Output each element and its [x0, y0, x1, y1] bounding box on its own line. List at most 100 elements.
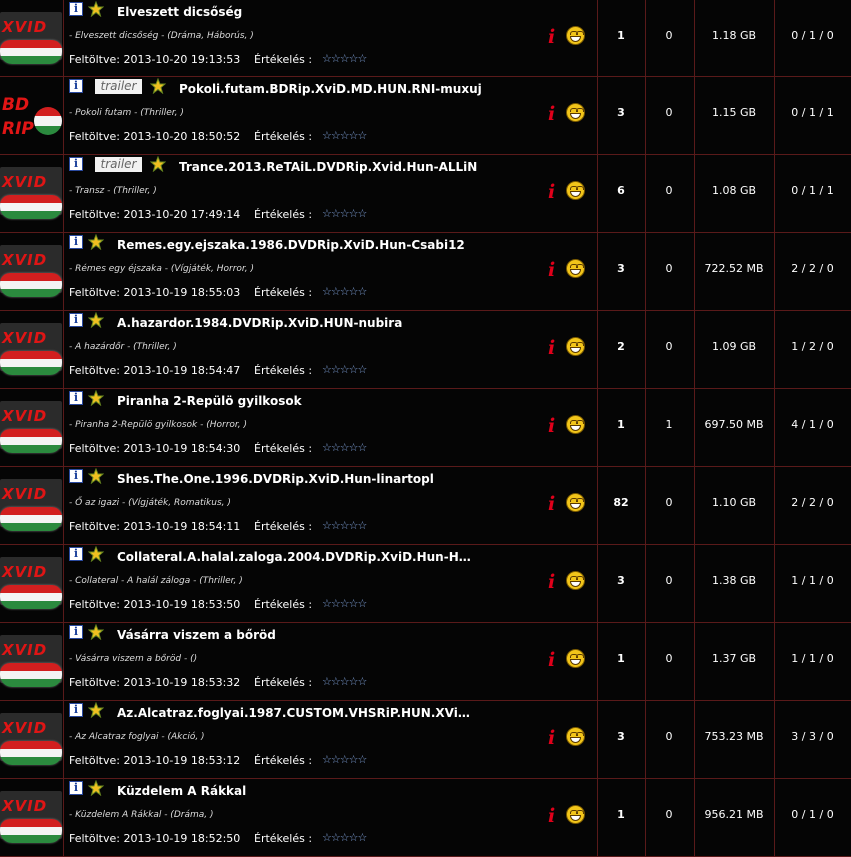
seeders-count[interactable]: 1: [597, 652, 645, 665]
torrent-title-link[interactable]: Pokoli.futam.BDRip.XviD.MD.HUN.RNI-muxuj: [179, 82, 482, 96]
leechers-count[interactable]: 0: [645, 262, 693, 275]
rating-stars[interactable]: ☆☆☆☆☆: [322, 207, 367, 220]
torrent-title-link[interactable]: Shes.The.One.1996.DVDRip.XviD.Hun-linart…: [117, 472, 434, 486]
details-i-icon[interactable]: i: [548, 181, 555, 203]
leechers-count[interactable]: 0: [645, 340, 693, 353]
leechers-count[interactable]: 0: [645, 652, 693, 665]
thanks-smiley-icon[interactable]: [566, 649, 585, 668]
details-i-icon[interactable]: i: [548, 415, 555, 437]
details-i-icon[interactable]: i: [548, 103, 555, 125]
info-icon[interactable]: i: [69, 625, 83, 639]
rating-stars[interactable]: ☆☆☆☆☆: [322, 753, 367, 766]
rating-stars[interactable]: ☆☆☆☆☆: [322, 597, 367, 610]
torrent-title-link[interactable]: Piranha 2-Repülö gyilkosok: [117, 394, 302, 408]
bookmark-star-icon[interactable]: [88, 702, 104, 718]
details-i-icon[interactable]: i: [548, 26, 555, 48]
bookmark-star-icon[interactable]: [88, 1, 104, 17]
category-thumbnail[interactable]: XVID: [0, 241, 62, 303]
bookmark-star-icon[interactable]: [88, 234, 104, 250]
leechers-count[interactable]: 0: [645, 496, 693, 509]
rating-stars[interactable]: ☆☆☆☆☆: [322, 285, 367, 298]
rating-stars[interactable]: ☆☆☆☆☆: [322, 519, 367, 532]
category-thumbnail[interactable]: XVID: [0, 319, 62, 381]
thanks-smiley-icon[interactable]: [566, 805, 585, 824]
leechers-count[interactable]: 0: [645, 29, 693, 42]
bookmark-star-icon[interactable]: [88, 780, 104, 796]
details-i-icon[interactable]: i: [548, 571, 555, 593]
torrent-title-link[interactable]: Trance.2013.ReTAiL.DVDRip.Xvid.Hun-ALLiN: [179, 160, 477, 174]
category-thumbnail[interactable]: XVID: [0, 787, 62, 849]
details-i-icon[interactable]: i: [548, 649, 555, 671]
leechers-count[interactable]: 0: [645, 808, 693, 821]
details-i-icon[interactable]: i: [548, 259, 555, 281]
info-icon[interactable]: i: [69, 235, 83, 249]
thanks-smiley-icon[interactable]: [566, 493, 585, 512]
info-icon[interactable]: i: [69, 781, 83, 795]
trailer-button[interactable]: trailer: [95, 79, 142, 94]
torrent-title-link[interactable]: Az.Alcatraz.foglyai.1987.CUSTOM.VHSRiP.H…: [117, 706, 477, 720]
rating-stars[interactable]: ☆☆☆☆☆: [322, 363, 367, 376]
category-thumbnail[interactable]: XVID: [0, 553, 62, 615]
rating-stars[interactable]: ☆☆☆☆☆: [322, 831, 367, 844]
info-icon[interactable]: i: [69, 469, 83, 483]
info-icon[interactable]: i: [69, 703, 83, 717]
bookmark-star-icon[interactable]: [88, 546, 104, 562]
trailer-button[interactable]: trailer: [95, 157, 142, 172]
thanks-smiley-icon[interactable]: [566, 26, 585, 45]
category-thumbnail[interactable]: XVID: [0, 709, 62, 771]
seeders-count[interactable]: 1: [597, 808, 645, 821]
thanks-smiley-icon[interactable]: [566, 727, 585, 746]
category-thumbnail[interactable]: XVID: [0, 8, 62, 70]
seeders-count[interactable]: 2: [597, 340, 645, 353]
bookmark-star-icon[interactable]: [88, 468, 104, 484]
thanks-smiley-icon[interactable]: [566, 571, 585, 590]
details-i-icon[interactable]: i: [548, 337, 555, 359]
bookmark-star-icon[interactable]: [150, 156, 166, 172]
info-icon[interactable]: i: [69, 547, 83, 561]
seeders-count[interactable]: 1: [597, 418, 645, 431]
thanks-smiley-icon[interactable]: [566, 181, 585, 200]
torrent-title-link[interactable]: A.hazardor.1984.DVDRip.XviD.HUN-nubira: [117, 316, 402, 330]
torrent-title-link[interactable]: Küzdelem A Rákkal: [117, 784, 246, 798]
info-icon[interactable]: i: [69, 313, 83, 327]
thanks-smiley-icon[interactable]: [566, 103, 585, 122]
rating-stars[interactable]: ☆☆☆☆☆: [322, 675, 367, 688]
torrent-title-link[interactable]: Remes.egy.ejszaka.1986.DVDRip.XviD.Hun-C…: [117, 238, 465, 252]
bookmark-star-icon[interactable]: [88, 624, 104, 640]
seeders-count[interactable]: 3: [597, 106, 645, 119]
details-i-icon[interactable]: i: [548, 727, 555, 749]
seeders-count[interactable]: 82: [597, 496, 645, 509]
details-i-icon[interactable]: i: [548, 493, 555, 515]
seeders-count[interactable]: 3: [597, 574, 645, 587]
category-thumbnail[interactable]: XVID: [0, 397, 62, 459]
category-thumbnail[interactable]: XVID: [0, 475, 62, 537]
seeders-count[interactable]: 3: [597, 730, 645, 743]
thanks-smiley-icon[interactable]: [566, 337, 585, 356]
thanks-smiley-icon[interactable]: [566, 415, 585, 434]
rating-stars[interactable]: ☆☆☆☆☆: [322, 441, 367, 454]
category-thumbnail[interactable]: XVID: [0, 163, 62, 225]
bookmark-star-icon[interactable]: [88, 312, 104, 328]
info-icon[interactable]: i: [69, 157, 83, 171]
category-thumbnail[interactable]: BD RIP: [0, 85, 62, 147]
bookmark-star-icon[interactable]: [88, 390, 104, 406]
leechers-count[interactable]: 0: [645, 184, 693, 197]
seeders-count[interactable]: 6: [597, 184, 645, 197]
bookmark-star-icon[interactable]: [150, 78, 166, 94]
seeders-count[interactable]: 1: [597, 29, 645, 42]
leechers-count[interactable]: 0: [645, 574, 693, 587]
leechers-count[interactable]: 0: [645, 106, 693, 119]
info-icon[interactable]: i: [69, 391, 83, 405]
rating-stars[interactable]: ☆☆☆☆☆: [322, 52, 367, 65]
rating-stars[interactable]: ☆☆☆☆☆: [322, 129, 367, 142]
torrent-title-link[interactable]: Elveszett dicsőség: [117, 5, 242, 19]
leechers-count[interactable]: 0: [645, 730, 693, 743]
seeders-count[interactable]: 3: [597, 262, 645, 275]
leechers-count[interactable]: 1: [645, 418, 693, 431]
category-thumbnail[interactable]: XVID: [0, 631, 62, 693]
details-i-icon[interactable]: i: [548, 805, 555, 827]
info-icon[interactable]: i: [69, 2, 83, 16]
torrent-title-link[interactable]: Collateral.A.halal.zaloga.2004.DVDRip.Xv…: [117, 550, 477, 564]
info-icon[interactable]: i: [69, 79, 83, 93]
thanks-smiley-icon[interactable]: [566, 259, 585, 278]
